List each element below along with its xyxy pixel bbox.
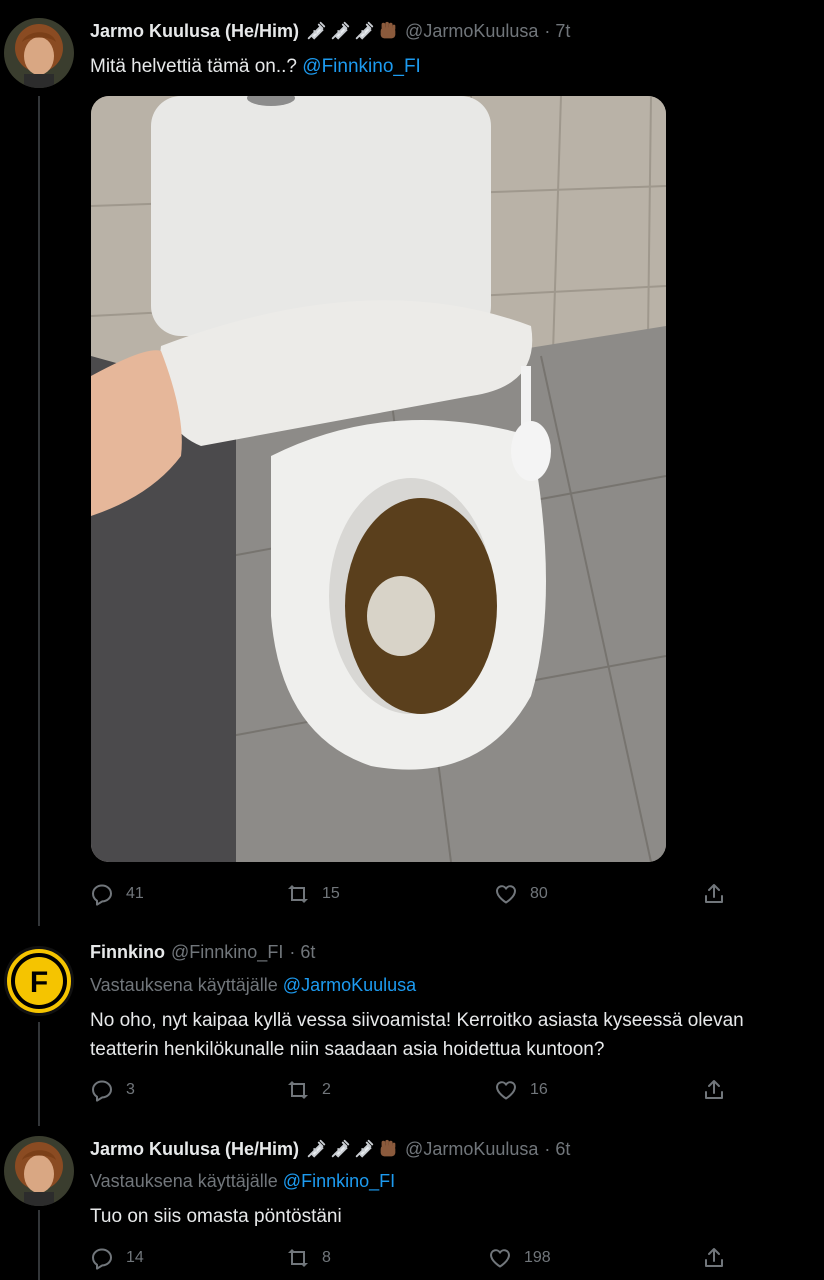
reply-button[interactable]: 14 — [90, 1246, 144, 1270]
replying-prefix: Vastauksena käyttäjälle — [90, 975, 278, 995]
mention-link[interactable]: @Finnkino_FI — [302, 56, 421, 77]
reply-button[interactable]: 3 — [90, 1078, 135, 1102]
reply-icon — [90, 882, 114, 906]
reply-count: 3 — [126, 1081, 135, 1098]
reply-count: 41 — [126, 885, 144, 902]
tweet-header: Finnkino @Finnkino_FI · 6t — [90, 942, 315, 963]
retweet-count: 15 — [322, 885, 340, 902]
share-icon — [702, 1246, 726, 1270]
like-count: 80 — [530, 885, 548, 902]
syringe-icon — [305, 1138, 327, 1160]
retweet-button[interactable]: 8 — [286, 1246, 331, 1270]
tweet-text-body: Mitä helvettiä tämä on..? — [90, 56, 297, 77]
retweet-button[interactable]: 15 — [286, 882, 340, 906]
avatar[interactable] — [4, 18, 74, 88]
raised-fist-icon — [377, 1138, 399, 1160]
like-count: 16 — [530, 1081, 548, 1098]
display-name[interactable]: Finnkino — [90, 942, 165, 963]
handle[interactable]: @JarmoKuulusa — [405, 21, 538, 42]
like-icon — [494, 1078, 518, 1102]
like-count: 198 — [524, 1249, 551, 1266]
tweet-photo[interactable] — [91, 96, 666, 862]
retweet-button[interactable]: 2 — [286, 1078, 331, 1102]
thread-line-1 — [38, 96, 40, 926]
avatar[interactable]: F — [4, 946, 74, 1016]
tweet-actions: 41 15 80 — [90, 882, 730, 908]
mention-link[interactable]: @Finnkino_FI — [283, 1171, 395, 1191]
like-button[interactable]: 16 — [494, 1078, 548, 1102]
retweet-count: 8 — [322, 1249, 331, 1266]
avatar-letter: F — [30, 966, 48, 999]
like-icon — [488, 1246, 512, 1270]
timestamp[interactable]: · 6t — [289, 942, 315, 963]
share-button[interactable] — [702, 1078, 726, 1102]
like-icon — [494, 882, 518, 906]
name-emojis — [305, 1138, 399, 1160]
tweet-header: Jarmo Kuulusa (He/Him) @JarmoKuulusa · 7… — [90, 20, 570, 42]
display-name[interactable]: Jarmo Kuulusa (He/Him) — [90, 1139, 299, 1160]
tweet-actions: 14 8 198 — [90, 1246, 730, 1272]
retweet-icon — [286, 1246, 310, 1270]
timestamp[interactable]: · 6t — [544, 1139, 570, 1160]
syringe-icon — [329, 20, 351, 42]
tweet-text-body: Tuo on siis omasta pöntöstäni — [90, 1206, 342, 1227]
tweet-text: No oho, nyt kaipaa kyllä vessa siivoamis… — [90, 1006, 744, 1064]
replying-to: Vastauksena käyttäjälle @JarmoKuulusa — [90, 975, 416, 996]
syringe-icon — [353, 20, 375, 42]
reply-icon — [90, 1078, 114, 1102]
share-button[interactable] — [702, 1246, 726, 1270]
display-name[interactable]: Jarmo Kuulusa (He/Him) — [90, 21, 299, 42]
like-button[interactable]: 80 — [494, 882, 548, 906]
share-icon — [702, 1078, 726, 1102]
replying-prefix: Vastauksena käyttäjälle — [90, 1171, 278, 1191]
handle[interactable]: @JarmoKuulusa — [405, 1139, 538, 1160]
raised-fist-icon — [377, 20, 399, 42]
toilet-photo — [91, 96, 666, 862]
reply-button[interactable]: 41 — [90, 882, 144, 906]
retweet-icon — [286, 882, 310, 906]
timestamp[interactable]: · 7t — [544, 21, 570, 42]
share-icon — [702, 882, 726, 906]
replying-to: Vastauksena käyttäjälle @Finnkino_FI — [90, 1171, 395, 1192]
thread-line-3 — [38, 1210, 40, 1280]
syringe-icon — [353, 1138, 375, 1160]
name-emojis — [305, 20, 399, 42]
like-button[interactable]: 198 — [488, 1246, 551, 1270]
syringe-icon — [305, 20, 327, 42]
retweet-icon — [286, 1078, 310, 1102]
tweet-text-line: No oho, nyt kaipaa kyllä vessa siivoamis… — [90, 1010, 744, 1031]
reply-icon — [90, 1246, 114, 1270]
avatar[interactable] — [4, 1136, 74, 1206]
mention-link[interactable]: @JarmoKuulusa — [283, 975, 416, 995]
thread-line-2 — [38, 1022, 40, 1126]
reply-count: 14 — [126, 1249, 144, 1266]
syringe-icon — [329, 1138, 351, 1160]
handle[interactable]: @Finnkino_FI — [171, 942, 283, 963]
tweet-text-line: teatterin henkilökunalle niin saadaan as… — [90, 1039, 605, 1060]
tweet-text: Tuo on siis omasta pöntöstäni — [90, 1202, 342, 1231]
tweet-header: Jarmo Kuulusa (He/Him) @JarmoKuulusa · 6… — [90, 1138, 570, 1160]
tweet-text: Mitä helvettiä tämä on..? @Finnkino_FI — [90, 52, 421, 81]
retweet-count: 2 — [322, 1081, 331, 1098]
tweet-actions: 3 2 16 — [90, 1078, 730, 1104]
share-button[interactable] — [702, 882, 726, 906]
